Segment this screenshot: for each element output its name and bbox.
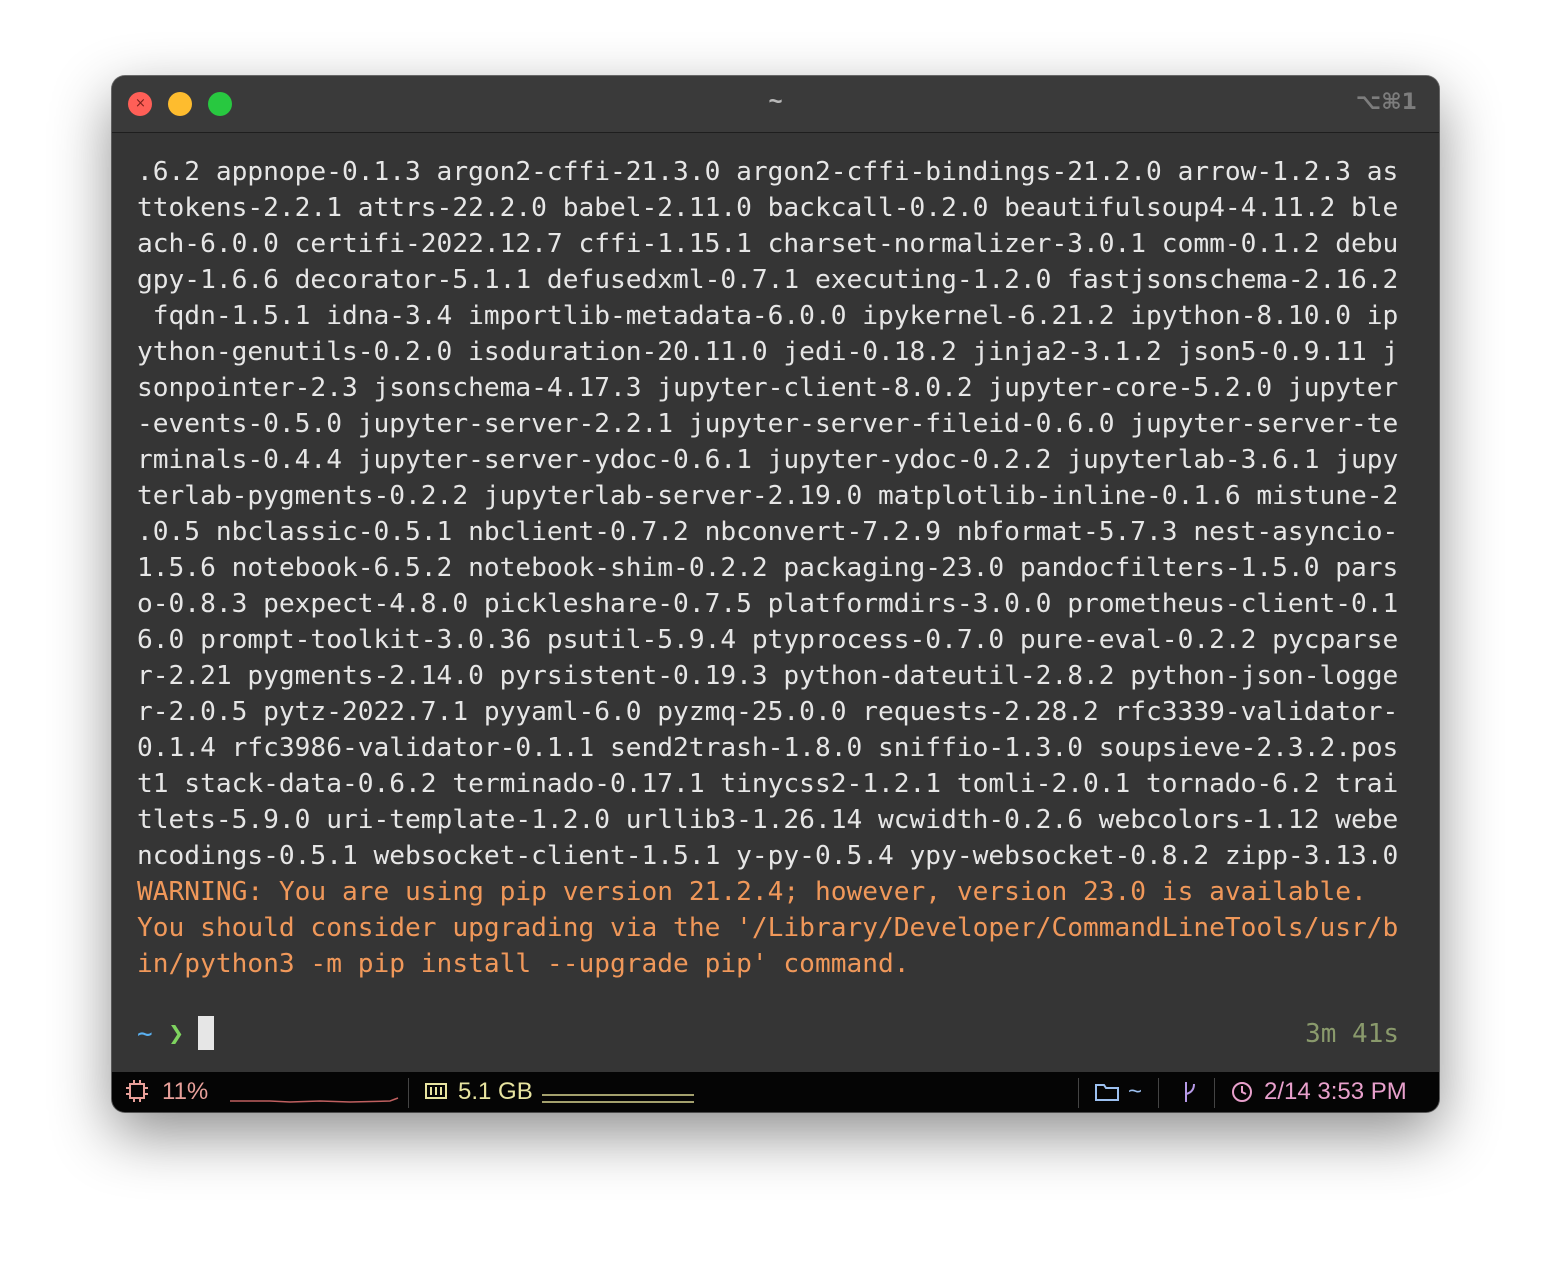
warning-line: WARNING: You are using pip version 21.2.… [137, 877, 1367, 907]
output-line: r-2.21 pygments-2.14.0 pyrsistent-0.19.3… [137, 661, 1399, 691]
prompt-directory: ~ [137, 1019, 153, 1049]
warning-line: You should consider upgrading via the '/… [137, 913, 1399, 943]
output-line: 1.5.6 notebook-6.5.2 notebook-shim-0.2.2… [137, 553, 1399, 583]
warning-line: in/python3 -m pip install --upgrade pip'… [137, 949, 910, 979]
output-line: rminals-0.4.4 jupyter-server-ydoc-0.6.1 … [137, 445, 1399, 475]
output-line: o-0.8.3 pexpect-4.8.0 pickleshare-0.7.5 … [137, 589, 1399, 619]
memory-usage: 5.1 GB [458, 1078, 533, 1105]
terminal-output[interactable]: .6.2 appnope-0.1.3 argon2-cffi-21.3.0 ar… [137, 154, 1427, 982]
prompt-symbol: ❯ [168, 1019, 184, 1049]
output-line: ach-6.0.0 certifi-2022.12.7 cffi-1.15.1 … [137, 229, 1399, 259]
output-line: ncodings-0.5.1 websocket-client-1.5.1 y-… [137, 841, 1399, 871]
text-cursor [197, 1016, 214, 1050]
status-separator [408, 1078, 409, 1108]
current-directory: ~ [1128, 1078, 1143, 1105]
cpu-usage: 11% [162, 1078, 209, 1105]
terminal-window: × ~ ⌥⌘1 .6.2 appnope-0.1.3 argon2-cffi-2… [112, 76, 1439, 1112]
output-line: -events-0.5.0 jupyter-server-2.2.1 jupyt… [137, 409, 1399, 439]
output-line: sonpointer-2.3 jsonschema-4.17.3 jupyter… [137, 373, 1399, 403]
output-line: ttokens-2.2.1 attrs-22.2.0 babel-2.11.0 … [137, 193, 1399, 223]
output-line: .6.2 appnope-0.1.3 argon2-cffi-21.3.0 ar… [137, 157, 1399, 187]
status-separator [1158, 1078, 1159, 1108]
output-line: gpy-1.6.6 decorator-5.1.1 defusedxml-0.7… [137, 265, 1399, 295]
status-separator [1078, 1078, 1079, 1108]
output-line: .0.5 nbclassic-0.5.1 nbclient-0.7.2 nbco… [137, 517, 1399, 547]
cpu-icon [126, 1080, 148, 1102]
memory-icon [425, 1083, 447, 1099]
cpu-sparkline [230, 1097, 399, 1103]
title-bar: × ~ ⌥⌘1 [112, 76, 1439, 133]
command-prompt[interactable]: ~ ❯ [137, 1016, 214, 1052]
output-line: 0.1.4 rfc3986-validator-0.1.1 send2trash… [137, 733, 1399, 763]
folder-icon [1095, 1084, 1119, 1101]
output-line: ython-genutils-0.2.0 isoduration-20.11.0… [137, 337, 1399, 367]
window-title: ~ [768, 88, 783, 115]
output-line: tlets-5.9.0 uri-template-1.2.0 urllib3-1… [137, 805, 1399, 835]
git-branch-icon [1185, 1082, 1195, 1102]
status-bar: 11% 5.1 GB ~ 2/14 3:53 PM [112, 1072, 1439, 1112]
date-time: 2/14 3:53 PM [1264, 1078, 1407, 1105]
clock-icon [1232, 1082, 1252, 1102]
memory-sparkline [542, 1094, 694, 1103]
output-line: r-2.0.5 pytz-2022.7.1 pyyaml-6.0 pyzmq-2… [137, 697, 1399, 727]
status-separator [1214, 1078, 1215, 1108]
output-line: 6.0 prompt-toolkit-3.0.36 psutil-5.9.4 p… [137, 625, 1399, 655]
tab-shortcut: ⌥⌘1 [1355, 90, 1417, 115]
output-line: fqdn-1.5.1 idna-3.4 importlib-metadata-6… [137, 301, 1399, 331]
output-line: terlab-pygments-0.2.2 jupyterlab-server-… [137, 481, 1399, 511]
elapsed-time: 3m 41s [1305, 1019, 1399, 1049]
output-line: t1 stack-data-0.6.2 terminado-0.17.1 tin… [137, 769, 1399, 799]
